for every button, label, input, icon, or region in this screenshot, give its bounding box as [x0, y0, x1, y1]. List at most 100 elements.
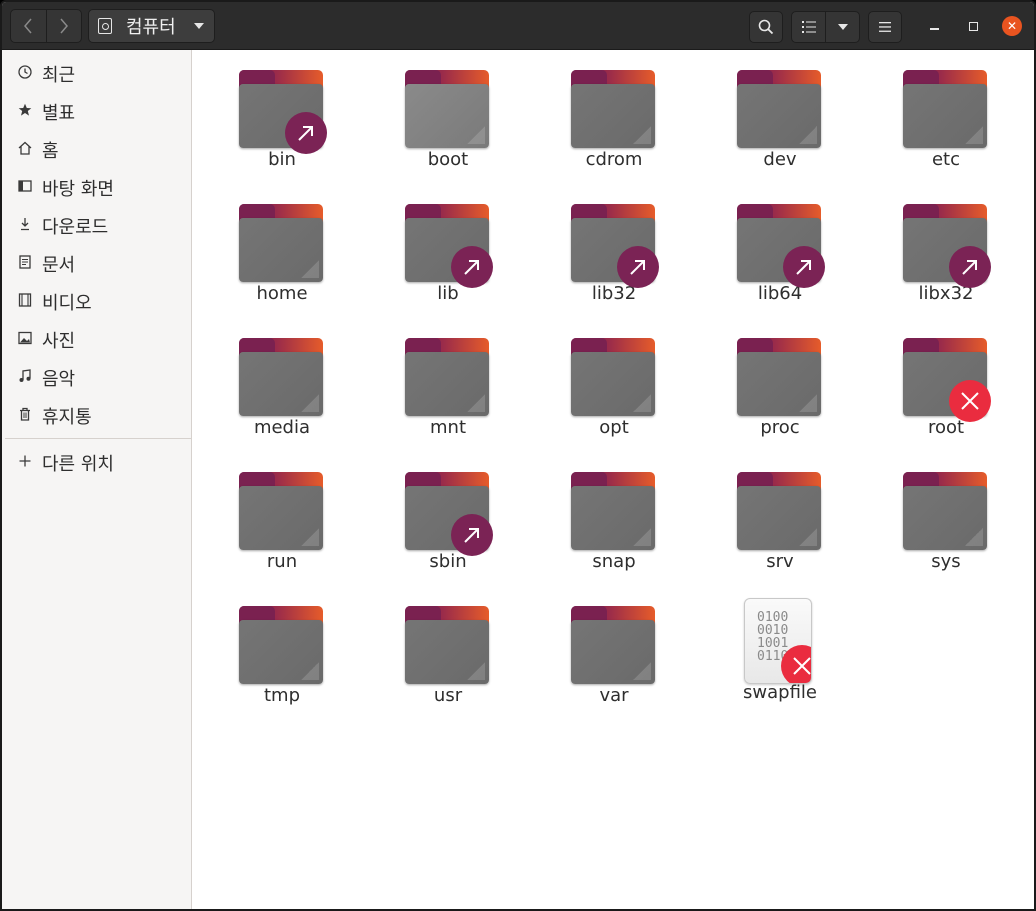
folder-item[interactable]: run [207, 452, 357, 572]
file-item[interactable]: 0100 0010 1001 0110 swapfile [705, 586, 855, 706]
sidebar-item-label: 휴지통 [42, 407, 92, 428]
maximize-button[interactable] [963, 16, 983, 36]
folder-icon [571, 338, 657, 416]
sidebar-item[interactable]: 사진 [2, 321, 190, 359]
item-name: cdrom [585, 149, 643, 170]
folder-item[interactable]: lib64 [705, 184, 855, 304]
sidebar-item-label: 다른 위치 [42, 454, 114, 475]
file-manager-window: 컴퓨터 ✕ 최근 별표 홈 바탕 화면 다운로드 문서 비디오 사진 음악 휴지… [0, 0, 1036, 911]
sidebar-item-other-locations[interactable]: 다른 위치 [2, 444, 190, 482]
item-name: swapfile [743, 682, 817, 703]
folder-icon [737, 204, 825, 288]
symlink-emblem-icon [451, 514, 493, 556]
home-icon [16, 141, 34, 159]
item-name: bin [268, 149, 296, 170]
forward-button[interactable] [45, 10, 81, 42]
search-button[interactable] [749, 11, 783, 43]
sidebar-item-label: 다운로드 [42, 217, 109, 238]
desktop-icon [16, 179, 34, 197]
chevron-left-icon [24, 18, 33, 34]
folder-icon [405, 204, 493, 288]
location-button[interactable]: 컴퓨터 [88, 9, 215, 43]
sidebar-item-label: 문서 [42, 255, 76, 276]
item-name: mnt [430, 417, 466, 438]
picture-icon [16, 331, 34, 349]
minimize-button[interactable] [924, 16, 944, 36]
sidebar-item-label: 사진 [42, 331, 76, 352]
folder-icon [737, 70, 823, 148]
folder-icon [239, 606, 325, 684]
folder-item[interactable]: bin [207, 50, 357, 170]
maximize-icon [968, 21, 978, 31]
item-name: snap [592, 551, 636, 572]
folder-icon [571, 606, 657, 684]
file-grid: bin boot cdrom dev etc home lib lib32 lib64 libx3… [193, 50, 1034, 909]
minimize-icon [929, 28, 939, 30]
item-name: sys [931, 551, 961, 572]
folder-item[interactable]: media [207, 318, 357, 438]
folder-item[interactable]: mnt [373, 318, 523, 438]
folder-item[interactable]: usr [373, 586, 523, 706]
folder-item[interactable]: lib [373, 184, 523, 304]
close-button[interactable]: ✕ [1002, 16, 1022, 36]
item-name: run [266, 551, 298, 572]
folder-item[interactable]: root [871, 318, 1021, 438]
sidebar-item[interactable]: 최근 [2, 55, 190, 93]
folder-item[interactable]: var [539, 586, 689, 706]
folder-item[interactable]: sbin [373, 452, 523, 572]
folder-item[interactable]: srv [705, 452, 855, 572]
clock-icon [16, 65, 34, 83]
sidebar-item[interactable]: 문서 [2, 245, 190, 283]
sidebar-item[interactable]: 음악 [2, 359, 190, 397]
download-icon [16, 217, 34, 235]
sidebar-item[interactable]: 별표 [2, 93, 190, 131]
symlink-emblem-icon [451, 246, 493, 288]
item-name: lib [437, 283, 459, 304]
binary-file-icon: 0100 0010 1001 0110 [744, 598, 812, 684]
folder-item[interactable]: dev [705, 50, 855, 170]
location-label: 컴퓨터 [126, 17, 176, 38]
caret-down-icon [193, 23, 204, 29]
plus-icon [16, 454, 34, 472]
folder-item[interactable]: tmp [207, 586, 357, 706]
sidebar-item[interactable]: 홈 [2, 131, 190, 169]
folder-item[interactable]: lib32 [539, 184, 689, 304]
folder-icon [239, 204, 325, 282]
item-name: opt [599, 417, 629, 438]
sidebar-item-label: 바탕 화면 [42, 179, 114, 200]
folder-icon [571, 472, 657, 550]
list-view-button[interactable] [792, 12, 825, 42]
list-view-icon [801, 21, 816, 33]
folder-item[interactable]: home [207, 184, 357, 304]
item-name: root [927, 417, 965, 438]
sidebar-separator [5, 438, 191, 439]
sidebar-item-label: 홈 [42, 141, 59, 162]
folder-item[interactable]: proc [705, 318, 855, 438]
symlink-emblem-icon [949, 246, 991, 288]
sidebar-item[interactable]: 휴지통 [2, 397, 190, 435]
video-icon [16, 293, 34, 311]
header-bar: 컴퓨터 ✕ [2, 2, 1034, 50]
back-button[interactable] [11, 10, 46, 42]
main-menu-button[interactable] [868, 11, 902, 43]
sidebar-item-label: 최근 [42, 65, 76, 86]
folder-item[interactable]: libx32 [871, 184, 1021, 304]
item-name: usr [433, 685, 463, 706]
symlink-emblem-icon [285, 112, 327, 154]
folder-item[interactable]: etc [871, 50, 1021, 170]
folder-item[interactable]: opt [539, 318, 689, 438]
folder-item[interactable]: cdrom [539, 50, 689, 170]
sidebar-item[interactable]: 바탕 화면 [2, 169, 190, 207]
item-name: home [256, 283, 308, 304]
folder-item[interactable]: snap [539, 452, 689, 572]
sidebar-item[interactable]: 다운로드 [2, 207, 190, 245]
sidebar-item[interactable]: 비디오 [2, 283, 190, 321]
folder-item[interactable]: sys [871, 452, 1021, 572]
no-access-emblem-icon [781, 645, 811, 683]
folder-item[interactable]: boot [373, 50, 523, 170]
folder-icon [405, 338, 491, 416]
view-options-dropdown[interactable] [825, 12, 859, 42]
no-access-emblem-icon [949, 380, 991, 422]
symlink-emblem-icon [617, 246, 659, 288]
item-name: srv [766, 551, 794, 572]
